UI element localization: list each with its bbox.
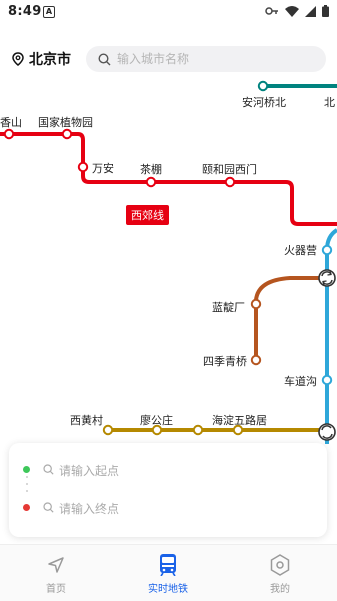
start-dot-icon — [23, 466, 30, 473]
navigation-arrow-icon — [16, 553, 96, 577]
line10-path — [325, 228, 337, 444]
search-icon — [98, 52, 111, 66]
station-label-wanan[interactable]: 万安 — [92, 160, 114, 176]
brown-line-path — [254, 276, 327, 360]
city-search-input[interactable] — [115, 51, 319, 67]
transfer-station-icon[interactable] — [318, 269, 336, 287]
nav-home-label: 首页 — [46, 584, 66, 595]
location-pin-icon — [12, 52, 24, 66]
search-icon — [43, 502, 54, 513]
station-label-chedaogou[interactable]: 车道沟 — [284, 373, 317, 389]
nav-realtime-subway-label: 实时地铁 — [148, 584, 188, 595]
key-icon — [265, 7, 278, 15]
start-point-row[interactable] — [9, 455, 327, 485]
subway-map[interactable]: 香山 国家植物园 万安 茶棚 颐和园西门 安河桥北 北 火器营 蓝靛厂 四季青桥… — [0, 74, 337, 444]
station-label-sijiqingqiao[interactable]: 四季青桥 — [203, 353, 247, 369]
hexagon-profile-icon — [240, 553, 320, 577]
route-planner-card — [9, 443, 327, 537]
city-selector[interactable]: 北京市 — [12, 49, 71, 69]
end-point-row[interactable] — [9, 493, 327, 523]
station-marker[interactable] — [321, 244, 333, 256]
station-marker[interactable] — [321, 374, 333, 386]
notification-icon: A — [43, 6, 55, 18]
station-marker[interactable] — [77, 161, 89, 173]
signal-icon — [305, 5, 316, 17]
xijiao-line-badge[interactable]: 西郊线 — [126, 205, 169, 225]
station-marker[interactable] — [102, 424, 114, 436]
station-marker[interactable] — [145, 176, 157, 188]
start-point-input[interactable] — [57, 460, 311, 482]
station-label-landianchang[interactable]: 蓝靛厂 — [212, 299, 245, 315]
end-point-input[interactable] — [57, 498, 311, 520]
station-label-haidianwuluju[interactable]: 海淀五路居 — [212, 412, 267, 428]
station-marker[interactable] — [61, 128, 73, 140]
status-time: 8:49 — [8, 4, 42, 19]
station-label-anheqiaobei[interactable]: 安河桥北 — [242, 94, 286, 110]
station-marker[interactable] — [250, 298, 262, 310]
station-label-bei[interactable]: 北 — [324, 94, 335, 110]
bottom-nav: 首页 实时地铁 我的 — [0, 544, 337, 601]
battery-icon — [322, 5, 329, 17]
station-label-xihuangcun[interactable]: 西黄村 — [70, 412, 103, 428]
station-marker[interactable] — [224, 176, 236, 188]
station-label-xiangshan[interactable]: 香山 — [0, 114, 22, 130]
nav-mine[interactable]: 我的 — [240, 553, 320, 595]
city-name: 北京市 — [29, 52, 71, 68]
nav-mine-label: 我的 — [270, 584, 290, 595]
station-label-guojiazhiwuyuan[interactable]: 国家植物园 — [38, 114, 93, 130]
status-bar: 8:49 A — [0, 0, 337, 26]
station-label-chapeng[interactable]: 茶棚 — [140, 161, 162, 177]
city-search-box[interactable] — [86, 46, 326, 72]
subway-train-icon — [128, 553, 208, 577]
station-marker[interactable] — [192, 424, 204, 436]
status-indicators — [265, 5, 329, 17]
search-icon — [43, 464, 54, 475]
nav-realtime-subway[interactable]: 实时地铁 — [128, 553, 208, 595]
station-label-huoqiying[interactable]: 火器营 — [284, 242, 317, 258]
station-marker[interactable] — [250, 354, 262, 366]
wifi-icon — [285, 5, 299, 17]
transfer-station-icon[interactable] — [318, 423, 336, 441]
station-marker[interactable] — [3, 128, 15, 140]
nav-home[interactable]: 首页 — [16, 553, 96, 595]
end-dot-icon — [23, 504, 30, 511]
top-bar: 北京市 — [0, 44, 337, 74]
station-marker[interactable] — [257, 80, 269, 92]
station-label-yiheyuanximen[interactable]: 颐和园西门 — [202, 161, 257, 177]
station-label-liaogongzhuang[interactable]: 廖公庄 — [140, 412, 173, 428]
